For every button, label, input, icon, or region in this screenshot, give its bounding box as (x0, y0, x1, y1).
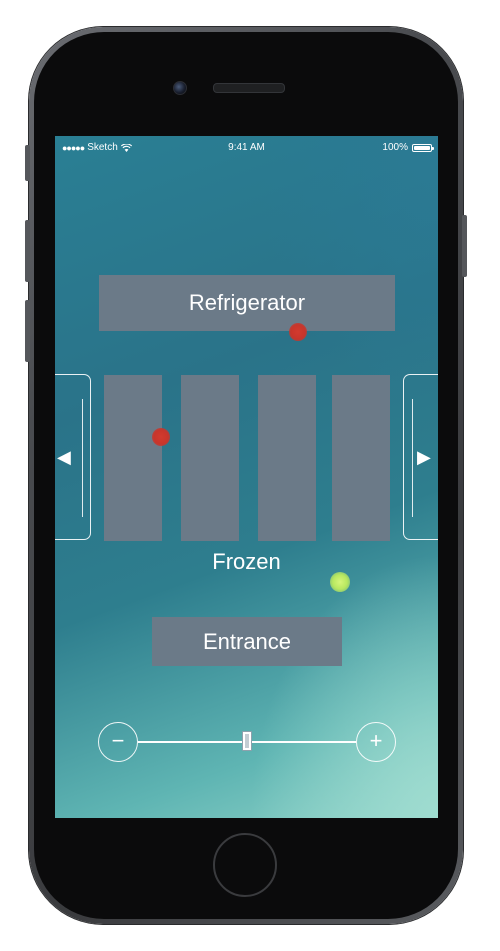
nav-left-rail (82, 399, 83, 517)
marker-green (330, 572, 350, 592)
zoom-slider: − + (97, 722, 397, 764)
front-camera (173, 81, 187, 95)
frozen-label: Frozen (212, 549, 281, 574)
volume-up-button (25, 220, 30, 282)
nav-left-button[interactable]: ◀ (55, 374, 91, 540)
compartment-2[interactable] (181, 375, 239, 541)
app-screen: ●●●●● Sketch 9:41 AM 100% Refrigerator ◀… (55, 136, 438, 818)
nav-right-button[interactable]: ▶ (403, 374, 438, 540)
earpiece-speaker (213, 83, 285, 93)
marker-red-refrigerator (289, 323, 307, 341)
nav-right-rail (412, 399, 413, 517)
compartment-1[interactable] (104, 375, 162, 541)
power-button (462, 215, 467, 277)
slider-minus-button[interactable]: − (98, 722, 138, 762)
status-time: 9:41 AM (228, 142, 265, 153)
arrow-right-icon: ▶ (417, 447, 431, 467)
slider-plus-button[interactable]: + (356, 722, 396, 762)
refrigerator-panel[interactable]: Refrigerator (99, 275, 395, 331)
slider-thumb[interactable] (242, 731, 252, 751)
marker-red-compartment (152, 428, 170, 446)
status-bar: ●●●●● Sketch 9:41 AM 100% (55, 136, 438, 158)
battery-fill (414, 145, 430, 150)
battery-percent: 100% (382, 142, 408, 153)
volume-down-button (25, 300, 30, 362)
entrance-panel[interactable]: Entrance (152, 617, 342, 666)
status-right: 100% (382, 142, 434, 153)
compartment-4[interactable] (332, 375, 390, 541)
home-button[interactable] (213, 833, 277, 897)
compartment-3[interactable] (258, 375, 316, 541)
battery-icon (412, 143, 434, 152)
arrow-left-icon: ◀ (57, 447, 71, 467)
mute-switch (25, 145, 30, 181)
